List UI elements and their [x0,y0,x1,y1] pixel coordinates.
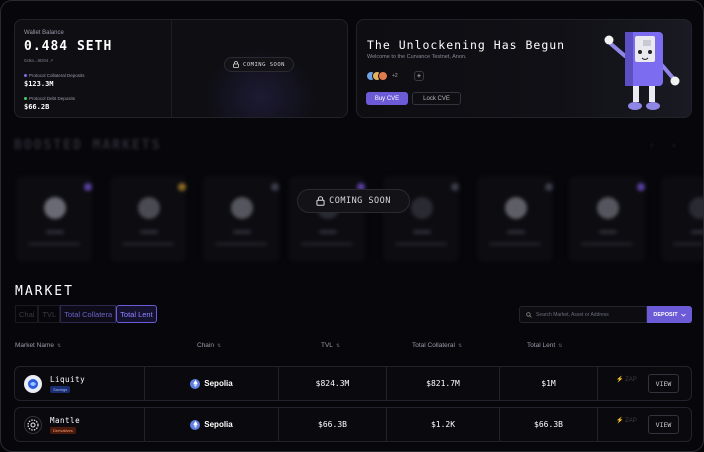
boosted-card [203,176,279,262]
view-button[interactable]: VIEW [648,415,679,434]
col-chain[interactable]: Chain ⇅ [197,342,221,349]
market-title: MARKET [15,284,74,299]
wallet-balance-label: Wallet Balance [24,30,64,36]
collateral-stat-label: Protocol Collateral Deposits [24,73,85,78]
col-total-lent[interactable]: Total Lent ⇅ [527,342,562,349]
total-collateral-cell: $1.2K [387,408,500,441]
sort-icon: ⇅ [57,342,62,349]
table-row[interactable]: Mantle Derivatives Sepolia $66.3B $1.2K … [14,407,692,442]
wallet-coming-soon-text: COMING SOON [243,61,285,68]
tab-chain[interactable]: Chai [15,305,39,323]
wallet-address[interactable]: 0x9a...8D94 ↗ [24,58,53,64]
unlock-banner: The Unlockening Has Begun Welcome to the… [356,19,692,118]
ethereum-icon [190,419,201,430]
market-tag: Savings [50,385,71,393]
col-tvl-label: TVL [321,342,333,349]
market-tag: Derivatives [50,426,76,434]
tab-total-collateral[interactable]: Total Collatera [60,305,117,323]
app-frame: Wallet Balance 0.484 SETH 0x9a...8D94 ↗ … [0,0,704,452]
lock-cve-button[interactable]: Lock CVE [412,92,461,105]
view-button[interactable]: VIEW [648,374,679,393]
boosted-coming-soon-text: COMING SOON [329,196,391,206]
zap-button[interactable]: ⚡ ZAP [616,376,637,383]
mantle-icon [24,415,42,434]
chain-name: Sepolia [204,420,233,429]
sort-icon: ⇅ [558,342,563,349]
tvl-cell: $824.3M [279,367,387,400]
wallet-balance-value: 0.484 SETH [24,39,113,54]
lock-icon [233,61,239,68]
boosted-card [110,176,186,262]
collateral-dot-icon [24,74,27,77]
mascot-robot-icon [604,32,680,110]
sort-icon: ⇅ [216,342,222,349]
table-row[interactable]: Liquity Savings Sepolia $824.3M $821.7M … [14,366,692,401]
boosted-coming-soon-badge: COMING SOON [297,189,410,213]
liquity-icon [24,374,42,393]
market-name-cell: Mantle Derivatives [15,408,145,441]
sort-icon: ⇅ [335,342,341,349]
chevron-down-icon [680,313,686,317]
market-name: Liquity [50,374,86,384]
col-tvl[interactable]: TVL ⇅ [321,342,340,349]
market-sort-tabs: Chai TVL Total Collatera Total Lent [15,305,157,323]
search-icon [526,311,532,318]
search-input[interactable]: Search Market, Asset or Address [519,306,647,323]
col-chain-label: Chain [197,342,214,349]
collateral-stat-value: $123.3M [24,80,54,88]
market-name: Mantle [50,415,81,425]
tab-total-lent[interactable]: Total Lent [116,305,157,323]
col-total-collateral-label: Total Collateral [412,342,455,349]
wallet-card: Wallet Balance 0.484 SETH 0x9a...8D94 ↗ … [14,19,348,118]
boosted-card [661,176,703,262]
boosted-card [16,176,92,262]
total-lent-cell: $1M [500,367,598,400]
chain-cell: Sepolia [145,408,279,441]
prev-arrow-icon[interactable]: ‹ [649,141,661,151]
market-name-cell: Liquity Savings [15,367,145,400]
debt-stat-value: $66.2B [24,103,50,111]
unlock-title: The Unlockening Has Begun [367,38,566,52]
chain-name: Sepolia [204,379,233,388]
collateral-label-text: Protocol Collateral Deposits [29,73,85,78]
zap-button[interactable]: ⚡ ZAP [616,417,637,424]
tvl-cell: $66.3B [279,408,387,441]
participant-avatars: +2 [366,71,398,81]
unlock-subtitle: Welcome to the Curvance Testnet, Anon. [367,54,467,60]
deposit-label: DEPOSIT [653,311,678,318]
col-market-name-label: Market Name [15,342,55,349]
avatar [378,71,388,81]
lock-icon [316,196,325,206]
total-collateral-cell: $821.7M [387,367,500,400]
boosted-nav: ‹ › [649,141,683,151]
debt-label-text: Protocol Debt Deposits [29,96,76,101]
search-placeholder: Search Market, Asset or Address [536,311,609,318]
boosted-card [569,176,645,262]
wallet-coming-soon-badge: COMING SOON [224,57,294,72]
chain-cell: Sepolia [145,367,279,400]
ethereum-icon [190,378,201,389]
deposit-button[interactable]: DEPOSIT [647,306,692,323]
boosted-card [477,176,553,262]
col-market-name[interactable]: Market Name ⇅ [15,342,61,349]
sort-icon: ⇅ [458,342,463,349]
add-button[interactable]: + [414,71,424,81]
buy-cve-button[interactable]: Buy CVE [366,92,408,105]
col-total-lent-label: Total Lent [527,342,556,349]
col-total-collateral[interactable]: Total Collateral ⇅ [412,342,462,349]
next-arrow-icon[interactable]: › [671,141,683,151]
boosted-markets-title: BOOSTED MARKETS [14,138,162,153]
tab-tvl[interactable]: TVL [38,305,61,323]
debt-stat-label: Protocol Debt Deposits [24,96,75,101]
total-lent-cell: $66.3B [500,408,598,441]
debt-dot-icon [24,97,27,100]
avatar-more-count: +2 [392,73,398,79]
